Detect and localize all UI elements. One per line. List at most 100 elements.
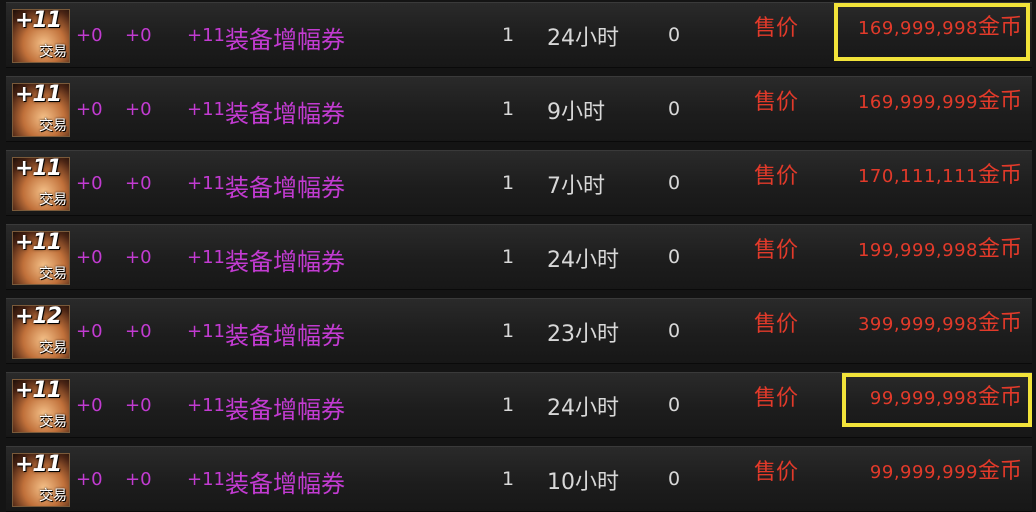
price-number: 169,999,999 [857,92,978,113]
price-value: 199,999,998金币 [858,231,1022,263]
item-name[interactable]: 装备增幅券 [225,168,345,203]
bid-count: 0 [668,172,681,194]
sell-price-label: 售价 [754,164,799,189]
price-number: 199,999,998 [857,240,978,261]
icon-level-label: +11 [15,83,62,107]
icon-level-label: +12 [15,305,62,329]
bid-count: 0 [668,320,681,342]
listing-row[interactable]: +11 交易 +0 +0 +11 装备增幅券 1 24小时 0 售价 199,9… [6,224,1032,290]
sell-price-label: 售价 [754,16,799,41]
time-left: 9小时 [547,100,605,125]
time-left: 7小时 [547,174,605,199]
item-name[interactable]: 装备增幅券 [225,316,345,351]
time-left: 23小时 [547,322,619,347]
stat-2: +0 [125,395,152,416]
stat-1: +0 [76,321,103,342]
trade-tag: 交易 [39,192,67,208]
price-value: 99,999,999金币 [870,453,1022,485]
amplification-ticket-icon[interactable]: +11 交易 [12,231,70,285]
quantity: 1 [502,468,515,490]
stat-3: +11 [187,247,225,268]
icon-level-label: +11 [15,231,62,255]
trade-tag: 交易 [39,44,67,60]
price-number: 99,999,998 [869,388,978,409]
listing-row[interactable]: +11 交易 +0 +0 +11 装备增幅券 1 10小时 0 售价 99,99… [6,446,1032,512]
icon-level-label: +11 [15,9,62,33]
price-value: 399,999,998金币 [858,305,1022,337]
sell-price-label: 售价 [754,386,799,411]
currency-label: 金币 [977,311,1022,336]
price-number: 169,999,998 [857,18,978,39]
time-left: 24小时 [547,26,619,51]
amplification-ticket-icon[interactable]: +11 交易 [12,379,70,433]
price-value: 169,999,998金币 [858,9,1022,41]
price-number: 399,999,998 [857,314,978,335]
sell-price-label: 售价 [754,90,799,115]
item-name[interactable]: 装备增幅券 [225,242,345,277]
item-name[interactable]: 装备增幅券 [225,464,345,499]
stat-1: +0 [76,395,103,416]
trade-tag: 交易 [39,118,67,134]
price-value: 170,111,111金币 [858,157,1022,189]
item-name[interactable]: 装备增幅券 [225,94,345,129]
currency-label: 金币 [977,385,1022,410]
price-number: 170,111,111 [857,166,978,187]
quantity: 1 [502,320,515,342]
stat-2: +0 [125,469,152,490]
stat-2: +0 [125,25,152,46]
icon-level-label: +11 [15,157,62,181]
stat-3: +11 [187,173,225,194]
stat-2: +0 [125,173,152,194]
currency-label: 金币 [977,459,1022,484]
price-value: 169,999,999金币 [858,83,1022,115]
time-left: 24小时 [547,248,619,273]
listing-row[interactable]: +11 交易 +0 +0 +11 装备增幅券 1 24小时 0 售价 169,9… [6,2,1032,68]
amplification-ticket-icon[interactable]: +11 交易 [12,453,70,507]
quantity: 1 [502,98,515,120]
listing-row[interactable]: +11 交易 +0 +0 +11 装备增幅券 1 7小时 0 售价 170,11… [6,150,1032,216]
time-left: 24小时 [547,396,619,421]
bid-count: 0 [668,98,681,120]
currency-label: 金币 [977,15,1022,40]
stat-1: +0 [76,469,103,490]
price-number: 99,999,999 [869,462,978,483]
trade-tag: 交易 [39,488,67,504]
listing-row[interactable]: +11 交易 +0 +0 +11 装备增幅券 1 9小时 0 售价 169,99… [6,76,1032,142]
item-name[interactable]: 装备增幅券 [225,20,345,55]
stat-1: +0 [76,25,103,46]
stat-1: +0 [76,247,103,268]
amplification-ticket-icon[interactable]: +11 交易 [12,9,70,63]
time-left: 10小时 [547,470,619,495]
icon-level-label: +11 [15,379,62,403]
bid-count: 0 [668,394,681,416]
quantity: 1 [502,246,515,268]
sell-price-label: 售价 [754,312,799,337]
sell-price-label: 售价 [754,460,799,485]
listing-row[interactable]: +12 交易 +0 +0 +11 装备增幅券 1 23小时 0 售价 399,9… [6,298,1032,364]
stat-3: +11 [187,99,225,120]
currency-label: 金币 [977,163,1022,188]
trade-tag: 交易 [39,266,67,282]
amplification-ticket-icon[interactable]: +12 交易 [12,305,70,359]
currency-label: 金币 [977,89,1022,114]
sell-price-label: 售价 [754,238,799,263]
stat-3: +11 [187,469,225,490]
quantity: 1 [502,172,515,194]
item-name[interactable]: 装备增幅券 [225,390,345,425]
stat-1: +0 [76,173,103,194]
listing-row[interactable]: +11 交易 +0 +0 +11 装备增幅券 1 24小时 0 售价 99,99… [6,372,1032,438]
currency-label: 金币 [977,237,1022,262]
bid-count: 0 [668,468,681,490]
price-value: 99,999,998金币 [870,379,1022,411]
icon-level-label: +11 [15,453,62,477]
quantity: 1 [502,394,515,416]
stat-3: +11 [187,25,225,46]
trade-tag: 交易 [39,414,67,430]
amplification-ticket-icon[interactable]: +11 交易 [12,157,70,211]
stat-3: +11 [187,395,225,416]
amplification-ticket-icon[interactable]: +11 交易 [12,83,70,137]
bid-count: 0 [668,246,681,268]
stat-2: +0 [125,321,152,342]
bid-count: 0 [668,24,681,46]
stat-1: +0 [76,99,103,120]
